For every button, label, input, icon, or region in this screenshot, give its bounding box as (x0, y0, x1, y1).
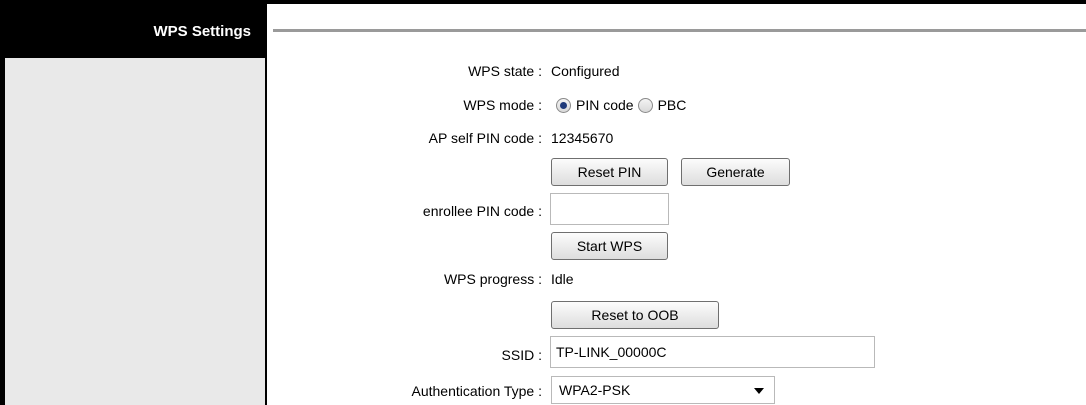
enrollee-pin-input[interactable] (550, 193, 669, 225)
ssid-input[interactable] (550, 336, 875, 368)
ssid-label: SSID : (501, 347, 542, 363)
radio-unselected-icon[interactable] (637, 97, 653, 113)
wps-state-value: Configured (551, 63, 620, 79)
header-rule (273, 29, 1086, 32)
radio-selected-icon[interactable] (556, 97, 571, 113)
wps-mode-pin-label[interactable]: PIN code (576, 97, 634, 113)
sidebar-title: WPS Settings (153, 22, 251, 40)
reset-to-oob-button[interactable]: Reset to OOB (551, 301, 719, 329)
dropdown-arrow-icon[interactable] (754, 388, 764, 394)
sidebar-panel (5, 58, 265, 405)
auth-type-value: WPA2-PSK (559, 382, 631, 398)
wps-progress-value: Idle (551, 271, 574, 287)
sidebar-header: WPS Settings (5, 4, 265, 58)
ap-pin-label: AP self PIN code : (428, 130, 542, 146)
wps-mode-radio-group: PIN code PBC (552, 97, 686, 113)
auth-type-select[interactable]: WPA2-PSK (551, 376, 775, 404)
wps-mode-pbc-label[interactable]: PBC (658, 97, 687, 113)
wps-mode-label: WPS mode : (463, 97, 542, 113)
wps-progress-label: WPS progress : (443, 271, 542, 287)
wps-state-label: WPS state : (468, 63, 542, 79)
enrollee-pin-label: enrollee PIN code : (422, 203, 542, 219)
sidebar-divider (265, 4, 267, 405)
ap-pin-value: 12345670 (551, 130, 614, 146)
generate-button[interactable]: Generate (681, 158, 790, 186)
reset-pin-button[interactable]: Reset PIN (551, 158, 668, 186)
auth-type-label: Authentication Type : (411, 383, 543, 399)
start-wps-button[interactable]: Start WPS (551, 232, 668, 260)
